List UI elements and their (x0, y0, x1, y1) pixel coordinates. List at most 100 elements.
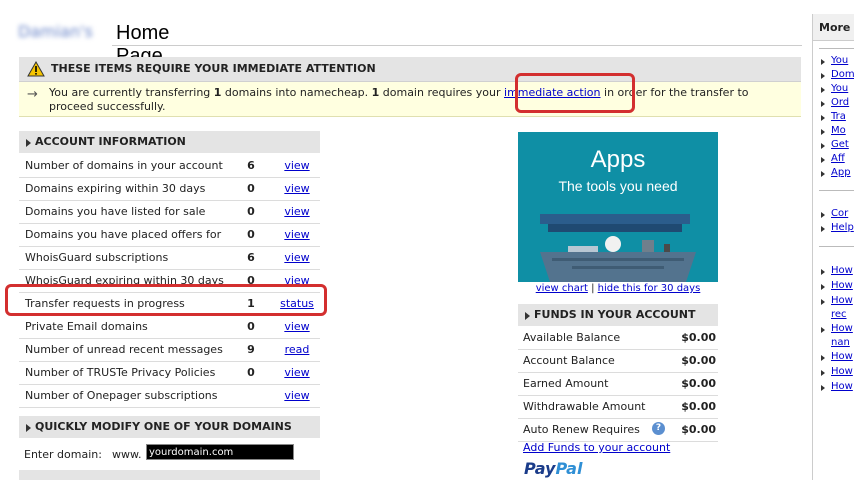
sidebar-link[interactable]: Get (831, 139, 849, 150)
row-view-link[interactable]: view (277, 182, 317, 195)
bullet-icon (821, 171, 825, 177)
bullet-icon (821, 129, 825, 135)
bullet-icon (821, 73, 825, 79)
sidebar-link[interactable]: You (831, 83, 848, 94)
sidebar-link[interactable]: How (831, 265, 853, 276)
banner-title: Apps (590, 146, 646, 173)
sidebar-link[interactable]: How (831, 280, 853, 291)
attention-message: You are currently transferring 1 domains… (49, 86, 749, 113)
table-row: Number of domains in your account 6 view (19, 155, 320, 178)
sidebar-link[interactable]: How (831, 366, 853, 377)
funds-row: Account Balance $0.00 (518, 350, 718, 373)
warning-icon (27, 61, 45, 77)
funds-row: Withdrawable Amount $0.00 (518, 396, 718, 419)
attention-message-box: → You are currently transferring 1 domai… (19, 82, 801, 117)
sidebar-link[interactable]: rec (831, 309, 847, 320)
paypal-logo: PayPal (524, 459, 583, 478)
bullet-icon (821, 385, 825, 391)
user-name: Damian's (18, 22, 93, 41)
sidebar-divider (819, 48, 854, 49)
triangle-right-icon (525, 312, 530, 320)
bullet-icon (821, 212, 825, 218)
account-info-header: ACCOUNT INFORMATION (19, 131, 320, 153)
table-row: Domains you have placed offers for 0 view (19, 224, 320, 247)
row-view-link[interactable]: view (277, 228, 317, 241)
sidebar-link[interactable]: Cor (831, 208, 848, 219)
triangle-right-icon (26, 424, 31, 432)
bullet-icon (821, 59, 825, 65)
enter-domain-label: Enter domain: (24, 448, 102, 461)
read-messages-link[interactable]: read (277, 343, 317, 356)
table-row: Number of unread recent messages 9 read (19, 339, 320, 362)
sidebar-link[interactable]: How (831, 323, 853, 334)
sidebar-link[interactable]: Dom (831, 69, 854, 80)
table-row: Domains expiring within 30 days 0 view (19, 178, 320, 201)
bullet-icon (821, 157, 825, 163)
attention-title: THESE ITEMS REQUIRE YOUR IMMEDIATE ATTEN… (51, 62, 376, 75)
bullet-icon (821, 143, 825, 149)
bullet-icon (821, 101, 825, 107)
funds-table: Available Balance $0.00 Account Balance $0… (518, 327, 718, 442)
sidebar-link[interactable]: nan (831, 337, 850, 348)
sidebar-link[interactable]: Tra (831, 111, 846, 122)
arrow-right-icon: → (27, 87, 38, 102)
quick-modify-form: Enter domain: www. (19, 440, 320, 468)
row-view-link[interactable]: view (277, 366, 317, 379)
sidebar-link[interactable]: Aff (831, 153, 845, 164)
header-divider (112, 45, 802, 46)
attention-bar: THESE ITEMS REQUIRE YOUR IMMEDIATE ATTEN… (19, 57, 801, 82)
table-row: Number of Onepager subscriptions view (19, 385, 320, 408)
bullet-icon (821, 284, 825, 290)
banner-subtitle: The tools you need (558, 178, 678, 194)
funds-row: Earned Amount $0.00 (518, 373, 718, 396)
sidebar-link[interactable]: Ord (831, 97, 849, 108)
row-view-link[interactable]: view (277, 251, 317, 264)
funds-row: Auto Renew Requires? $0.00 (518, 419, 718, 442)
sidebar-link[interactable]: App (831, 167, 851, 178)
highlight-immediate-action (515, 73, 635, 113)
bullet-icon (821, 226, 825, 232)
sidebar-link[interactable]: Mo (831, 125, 846, 136)
sidebar-divider (819, 246, 854, 247)
bullet-icon (821, 370, 825, 376)
table-row: Domains you have listed for sale 0 view (19, 201, 320, 224)
bullet-icon (821, 355, 825, 361)
sidebar-link[interactable]: Help (831, 222, 854, 233)
bullet-icon (821, 87, 825, 93)
more-links-header: More L (813, 14, 854, 41)
help-icon[interactable]: ? (652, 422, 665, 435)
funds-row: Available Balance $0.00 (518, 327, 718, 350)
add-funds-link[interactable]: Add Funds to your account (523, 441, 670, 454)
row-view-link[interactable]: view (277, 320, 317, 333)
domain-input[interactable] (146, 444, 294, 460)
row-view-link[interactable]: view (277, 389, 317, 402)
view-chart-link[interactable]: view chart (536, 283, 588, 294)
quick-modify-header: QUICKLY MODIFY ONE OF YOUR DOMAINS (19, 416, 320, 438)
sidebar-link[interactable]: How (831, 295, 853, 306)
table-row: Number of TRUSTe Privacy Policies 0 view (19, 362, 320, 385)
highlight-transfer-row (5, 284, 327, 316)
bullet-icon (821, 299, 825, 305)
toolbox-icon (540, 214, 696, 282)
apps-banner[interactable]: Apps The tools you need (518, 132, 718, 282)
more-links-title: More L (819, 21, 854, 34)
funds-header: FUNDS IN YOUR ACCOUNT (518, 304, 718, 326)
row-view-link[interactable]: view (277, 159, 317, 172)
triangle-right-icon (26, 139, 31, 147)
sidebar-link[interactable]: How (831, 351, 853, 362)
sidebar-link[interactable]: You (831, 55, 848, 66)
bullet-icon (821, 327, 825, 333)
hide-banner-link[interactable]: hide this for 30 days (598, 283, 701, 294)
row-view-link[interactable]: view (277, 205, 317, 218)
sidebar-link[interactable]: How (831, 381, 853, 392)
bullet-icon (821, 269, 825, 275)
account-info-table: Number of domains in your account 6 view D… (19, 155, 320, 408)
table-row: Private Email domains 0 view (19, 316, 320, 339)
sidebar-divider (819, 190, 854, 191)
bullet-icon (821, 115, 825, 121)
table-row: WhoisGuard subscriptions 6 view (19, 247, 320, 270)
quick-modify-footer (19, 470, 320, 480)
banner-links: view chart | hide this for 30 days (535, 283, 701, 294)
more-links-sidebar: More L You Dom You Ord Tra Mo Get Aff Ap… (812, 14, 854, 480)
www-prefix-label: www. (112, 448, 142, 461)
